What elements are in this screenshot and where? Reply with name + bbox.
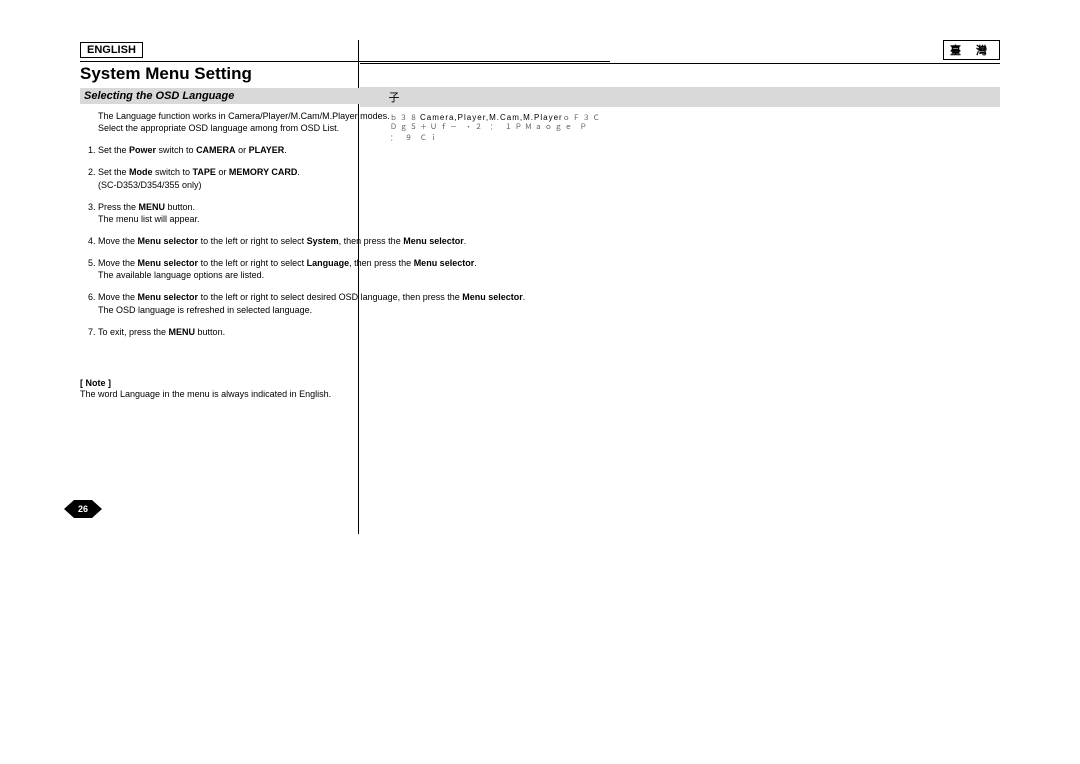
right-column: 臺 灣 子 ｂ３８Camera,Player,M.Cam,M.PlayerｏＦ３… [360,40,1000,724]
badge-arrow-left-icon [64,500,74,518]
intro-line-2: Select the appropriate OSD language amon… [98,123,339,133]
step-2-sub: (SC-D353/D354/355 only) [98,180,202,190]
manual-page: ENGLISH System Menu Setting Selecting th… [0,0,1080,764]
right-line-1: ｂ３８Camera,Player,M.Cam,M.PlayerｏＦ３Ｃ [390,113,1000,123]
intro-line-1: The Language function works in Camera/Pl… [98,111,390,121]
language-badge-english: ENGLISH [80,42,143,58]
right-line-2: Ｄｇ５＋Ｕｆ－ ・２ ： １ＰＭａｏｇｅ Ｐ [390,123,1000,134]
language-badge-taiwan: 臺 灣 [943,40,1000,60]
right-title-placeholder [360,66,1000,83]
badge-arrow-right-icon [92,500,102,518]
step-6-sub: The OSD language is refreshed in selecte… [98,305,312,315]
page-number: 26 [74,500,92,518]
section-subhead-right: 子 [360,87,1000,107]
page-number-badge: 26 [64,500,102,518]
step-5-sub: The available language options are liste… [98,270,264,280]
rule-top-right [360,63,1000,64]
step-3-sub: The menu list will appear. [98,214,200,224]
right-line-3: ： ９ Ｃｉ [390,134,1000,145]
